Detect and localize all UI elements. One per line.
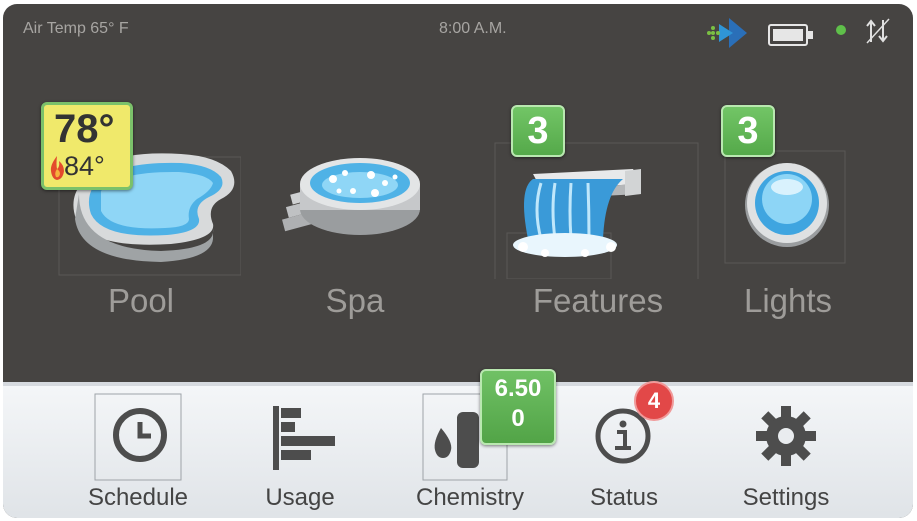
pool-heat-setpoint: 84° bbox=[64, 151, 105, 181]
data-transfer-icon[interactable] bbox=[863, 16, 893, 46]
main-panel: Air Temp 65° F 8:00 A.M. 78° 84° Pool Sp… bbox=[3, 4, 913, 518]
settings-label: Settings bbox=[742, 484, 830, 511]
features-label: Features bbox=[532, 282, 664, 319]
chemistry-button[interactable]: 6.50 0 Chemistry bbox=[385, 369, 556, 518]
pool-temperature-badge: 78° 84° bbox=[41, 102, 133, 190]
pool-current-temp: 78° bbox=[54, 107, 115, 151]
orp-reading: 0 bbox=[511, 405, 525, 432]
lights-count-badge: 3 bbox=[721, 105, 775, 157]
lights-tile[interactable]: 3 Lights bbox=[703, 99, 873, 329]
settings-button[interactable]: Settings bbox=[711, 386, 861, 518]
pool-tile[interactable]: 78° 84° Pool bbox=[41, 99, 241, 329]
spa-icon bbox=[282, 158, 420, 235]
air-temp-readout: Air Temp 65° F bbox=[23, 20, 129, 37]
connection-status-dot bbox=[836, 25, 846, 35]
clock-icon bbox=[94, 393, 182, 481]
features-count-badge: 3 bbox=[511, 105, 565, 157]
brand-logo-icon bbox=[707, 18, 747, 48]
schedule-button[interactable]: Schedule bbox=[63, 386, 213, 518]
gear-icon bbox=[756, 406, 816, 466]
chemistry-label: Chemistry bbox=[415, 484, 524, 511]
bottom-navigation: Schedule Usage 6.50 0 Chemistry 4 Status… bbox=[3, 369, 913, 518]
battery-icon bbox=[768, 24, 813, 46]
pool-label: Pool bbox=[107, 282, 175, 319]
features-tile[interactable]: 3 Features bbox=[493, 99, 703, 329]
lights-label: Lights bbox=[743, 282, 833, 319]
bar-chart-icon bbox=[273, 406, 335, 470]
clock: 8:00 A.M. bbox=[439, 20, 507, 37]
status-button[interactable]: 4 Status bbox=[559, 381, 689, 518]
ph-reading: 6.50 bbox=[494, 375, 542, 402]
usage-button[interactable]: Usage bbox=[235, 386, 365, 518]
usage-label: Usage bbox=[265, 484, 335, 511]
status-label: Status bbox=[589, 484, 659, 511]
status-alert-badge: 4 bbox=[634, 381, 674, 421]
spa-label: Spa bbox=[325, 282, 385, 319]
spa-tile[interactable]: Spa bbox=[275, 99, 435, 329]
schedule-label: Schedule bbox=[87, 484, 189, 511]
controller-screen: Air Temp 65° F 8:00 A.M. 78° 84° Pool Sp… bbox=[0, 0, 917, 521]
chemistry-readings-badge: 6.50 0 bbox=[480, 369, 556, 445]
